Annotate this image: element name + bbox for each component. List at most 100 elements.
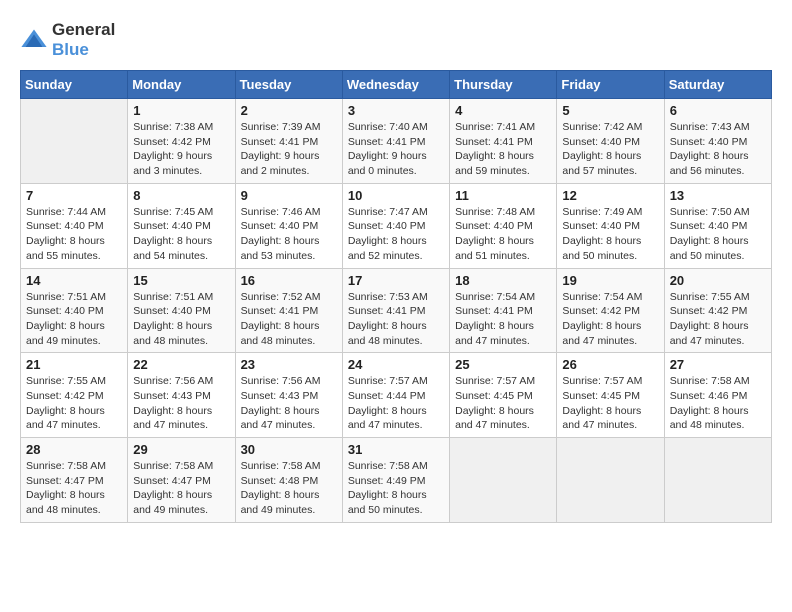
- day-info: Sunrise: 7:51 AMSunset: 4:40 PMDaylight:…: [26, 290, 122, 349]
- day-info: Sunrise: 7:54 AMSunset: 4:42 PMDaylight:…: [562, 290, 658, 349]
- calendar-cell: 22 Sunrise: 7:56 AMSunset: 4:43 PMDayligh…: [128, 353, 235, 438]
- day-number: 11: [455, 188, 551, 203]
- day-number: 2: [241, 103, 337, 118]
- day-info: Sunrise: 7:42 AMSunset: 4:40 PMDaylight:…: [562, 120, 658, 179]
- col-header-saturday: Saturday: [664, 71, 771, 99]
- day-info: Sunrise: 7:44 AMSunset: 4:40 PMDaylight:…: [26, 205, 122, 264]
- day-number: 1: [133, 103, 229, 118]
- day-info: Sunrise: 7:56 AMSunset: 4:43 PMDaylight:…: [241, 374, 337, 433]
- day-number: 20: [670, 273, 766, 288]
- calendar-cell: 5 Sunrise: 7:42 AMSunset: 4:40 PMDaylight…: [557, 99, 664, 184]
- day-number: 4: [455, 103, 551, 118]
- calendar-cell: 12 Sunrise: 7:49 AMSunset: 4:40 PMDayligh…: [557, 183, 664, 268]
- day-info: Sunrise: 7:50 AMSunset: 4:40 PMDaylight:…: [670, 205, 766, 264]
- calendar-week-row: 21Sunrise: 7:55 AMSunset: 4:42 PMDayligh…: [21, 353, 772, 438]
- day-info: Sunrise: 7:58 AMSunset: 4:47 PMDaylight:…: [26, 459, 122, 518]
- calendar-cell: 17 Sunrise: 7:53 AMSunset: 4:41 PMDayligh…: [342, 268, 449, 353]
- calendar-cell: 26 Sunrise: 7:57 AMSunset: 4:45 PMDayligh…: [557, 353, 664, 438]
- day-number: 5: [562, 103, 658, 118]
- day-number: 18: [455, 273, 551, 288]
- col-header-thursday: Thursday: [450, 71, 557, 99]
- day-info: Sunrise: 7:56 AMSunset: 4:43 PMDaylight:…: [133, 374, 229, 433]
- day-number: 10: [348, 188, 444, 203]
- col-header-sunday: Sunday: [21, 71, 128, 99]
- calendar-table: SundayMondayTuesdayWednesdayThursdayFrid…: [20, 70, 772, 523]
- day-number: 22: [133, 357, 229, 372]
- day-number: 21: [26, 357, 122, 372]
- calendar-header-row: SundayMondayTuesdayWednesdayThursdayFrid…: [21, 71, 772, 99]
- day-number: 17: [348, 273, 444, 288]
- calendar-cell: 15Sunrise: 7:51 AMSunset: 4:40 PMDayligh…: [128, 268, 235, 353]
- calendar-cell: 19 Sunrise: 7:54 AMSunset: 4:42 PMDayligh…: [557, 268, 664, 353]
- calendar-cell: 31 Sunrise: 7:58 AMSunset: 4:49 PMDayligh…: [342, 438, 449, 523]
- calendar-cell: 20 Sunrise: 7:55 AMSunset: 4:42 PMDayligh…: [664, 268, 771, 353]
- calendar-cell: 11 Sunrise: 7:48 AMSunset: 4:40 PMDayligh…: [450, 183, 557, 268]
- day-info: Sunrise: 7:57 AMSunset: 4:45 PMDaylight:…: [562, 374, 658, 433]
- day-info: Sunrise: 7:47 AMSunset: 4:40 PMDaylight:…: [348, 205, 444, 264]
- day-info: Sunrise: 7:58 AMSunset: 4:48 PMDaylight:…: [241, 459, 337, 518]
- calendar-cell: 3Sunrise: 7:40 AMSunset: 4:41 PMDaylight…: [342, 99, 449, 184]
- day-number: 30: [241, 442, 337, 457]
- calendar-week-row: 1 Sunrise: 7:38 AMSunset: 4:42 PMDaylight…: [21, 99, 772, 184]
- day-info: Sunrise: 7:51 AMSunset: 4:40 PMDaylight:…: [133, 290, 229, 349]
- calendar-cell: 6 Sunrise: 7:43 AMSunset: 4:40 PMDaylight…: [664, 99, 771, 184]
- day-info: Sunrise: 7:57 AMSunset: 4:45 PMDaylight:…: [455, 374, 551, 433]
- calendar-cell: 29 Sunrise: 7:58 AMSunset: 4:47 PMDayligh…: [128, 438, 235, 523]
- day-info: Sunrise: 7:40 AMSunset: 4:41 PMDaylight:…: [348, 120, 444, 179]
- calendar-cell: 7 Sunrise: 7:44 AMSunset: 4:40 PMDaylight…: [21, 183, 128, 268]
- day-number: 6: [670, 103, 766, 118]
- day-info: Sunrise: 7:58 AMSunset: 4:46 PMDaylight:…: [670, 374, 766, 433]
- day-number: 12: [562, 188, 658, 203]
- day-number: 19: [562, 273, 658, 288]
- calendar-cell: 24 Sunrise: 7:57 AMSunset: 4:44 PMDayligh…: [342, 353, 449, 438]
- day-info: Sunrise: 7:49 AMSunset: 4:40 PMDaylight:…: [562, 205, 658, 264]
- calendar-cell: 25 Sunrise: 7:57 AMSunset: 4:45 PMDayligh…: [450, 353, 557, 438]
- calendar-cell: [664, 438, 771, 523]
- day-info: Sunrise: 7:48 AMSunset: 4:40 PMDaylight:…: [455, 205, 551, 264]
- day-info: Sunrise: 7:53 AMSunset: 4:41 PMDaylight:…: [348, 290, 444, 349]
- calendar-cell: [21, 99, 128, 184]
- day-info: Sunrise: 7:39 AMSunset: 4:41 PMDaylight:…: [241, 120, 337, 179]
- day-number: 7: [26, 188, 122, 203]
- col-header-tuesday: Tuesday: [235, 71, 342, 99]
- calendar-cell: 1 Sunrise: 7:38 AMSunset: 4:42 PMDaylight…: [128, 99, 235, 184]
- calendar-cell: 9 Sunrise: 7:46 AMSunset: 4:40 PMDaylight…: [235, 183, 342, 268]
- calendar-cell: 16Sunrise: 7:52 AMSunset: 4:41 PMDayligh…: [235, 268, 342, 353]
- day-number: 25: [455, 357, 551, 372]
- calendar-cell: 27 Sunrise: 7:58 AMSunset: 4:46 PMDayligh…: [664, 353, 771, 438]
- col-header-wednesday: Wednesday: [342, 71, 449, 99]
- day-info: Sunrise: 7:55 AMSunset: 4:42 PMDaylight:…: [670, 290, 766, 349]
- calendar-cell: 13 Sunrise: 7:50 AMSunset: 4:40 PMDayligh…: [664, 183, 771, 268]
- day-number: 9: [241, 188, 337, 203]
- day-number: 27: [670, 357, 766, 372]
- logo-icon: [20, 26, 48, 54]
- day-info: Sunrise: 7:54 AMSunset: 4:41 PMDaylight:…: [455, 290, 551, 349]
- day-info: Sunrise: 7:58 AMSunset: 4:47 PMDaylight:…: [133, 459, 229, 518]
- day-number: 23: [241, 357, 337, 372]
- page-header: General Blue: [20, 20, 772, 60]
- day-number: 24: [348, 357, 444, 372]
- col-header-monday: Monday: [128, 71, 235, 99]
- day-number: 26: [562, 357, 658, 372]
- calendar-cell: 30 Sunrise: 7:58 AMSunset: 4:48 PMDayligh…: [235, 438, 342, 523]
- day-info: Sunrise: 7:38 AMSunset: 4:42 PMDaylight:…: [133, 120, 229, 179]
- calendar-cell: 2 Sunrise: 7:39 AMSunset: 4:41 PMDaylight…: [235, 99, 342, 184]
- day-number: 13: [670, 188, 766, 203]
- calendar-cell: 10 Sunrise: 7:47 AMSunset: 4:40 PMDayligh…: [342, 183, 449, 268]
- calendar-cell: 21Sunrise: 7:55 AMSunset: 4:42 PMDayligh…: [21, 353, 128, 438]
- calendar-cell: [450, 438, 557, 523]
- calendar-cell: 14Sunrise: 7:51 AMSunset: 4:40 PMDayligh…: [21, 268, 128, 353]
- day-info: Sunrise: 7:41 AMSunset: 4:41 PMDaylight:…: [455, 120, 551, 179]
- day-info: Sunrise: 7:43 AMSunset: 4:40 PMDaylight:…: [670, 120, 766, 179]
- calendar-cell: 18 Sunrise: 7:54 AMSunset: 4:41 PMDayligh…: [450, 268, 557, 353]
- calendar-cell: 23 Sunrise: 7:56 AMSunset: 4:43 PMDayligh…: [235, 353, 342, 438]
- logo: General Blue: [20, 20, 115, 60]
- day-number: 29: [133, 442, 229, 457]
- calendar-week-row: 7 Sunrise: 7:44 AMSunset: 4:40 PMDaylight…: [21, 183, 772, 268]
- day-number: 31: [348, 442, 444, 457]
- day-info: Sunrise: 7:57 AMSunset: 4:44 PMDaylight:…: [348, 374, 444, 433]
- day-info: Sunrise: 7:52 AMSunset: 4:41 PMDaylight:…: [241, 290, 337, 349]
- day-number: 8: [133, 188, 229, 203]
- day-info: Sunrise: 7:58 AMSunset: 4:49 PMDaylight:…: [348, 459, 444, 518]
- day-info: Sunrise: 7:46 AMSunset: 4:40 PMDaylight:…: [241, 205, 337, 264]
